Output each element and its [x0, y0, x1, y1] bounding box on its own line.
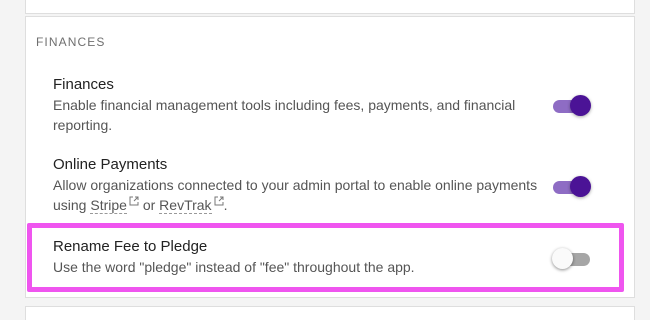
setting-title: Finances [53, 76, 114, 93]
settings-page: FINANCES Finances Enable financial manag… [0, 0, 650, 320]
toggle-thumb [570, 95, 591, 116]
external-link-icon[interactable] [214, 196, 224, 206]
setting-online-payments: Online Payments Allow organizations conn… [53, 155, 543, 215]
setting-title: Rename Fee to Pledge [53, 238, 208, 255]
finances-card: FINANCES Finances Enable financial manag… [25, 16, 635, 298]
toggle-thumb [552, 248, 573, 269]
setting-description: Enable financial management tools includ… [53, 97, 516, 133]
online-payments-toggle[interactable] [553, 174, 591, 200]
finances-toggle[interactable] [553, 93, 591, 119]
rename-fee-toggle[interactable] [552, 246, 594, 272]
setting-title: Online Payments [53, 156, 168, 173]
toggle-thumb [570, 176, 591, 197]
previous-card [25, 0, 635, 14]
revtrak-link[interactable]: RevTrak [159, 197, 212, 214]
setting-rename-fee: Rename Fee to Pledge Use the word "pledg… [53, 237, 543, 277]
description-connector: or [138, 197, 160, 213]
external-link-icon[interactable] [129, 196, 139, 206]
stripe-link[interactable]: Stripe [90, 197, 127, 214]
setting-finances: Finances Enable financial management too… [53, 75, 543, 135]
section-title: FINANCES [36, 35, 106, 49]
setting-description: Allow organizations connected to your ad… [53, 175, 543, 215]
description-suffix: . [223, 197, 228, 213]
setting-description: Use the word "pledge" instead of "fee" t… [53, 259, 415, 275]
next-card [25, 306, 635, 320]
